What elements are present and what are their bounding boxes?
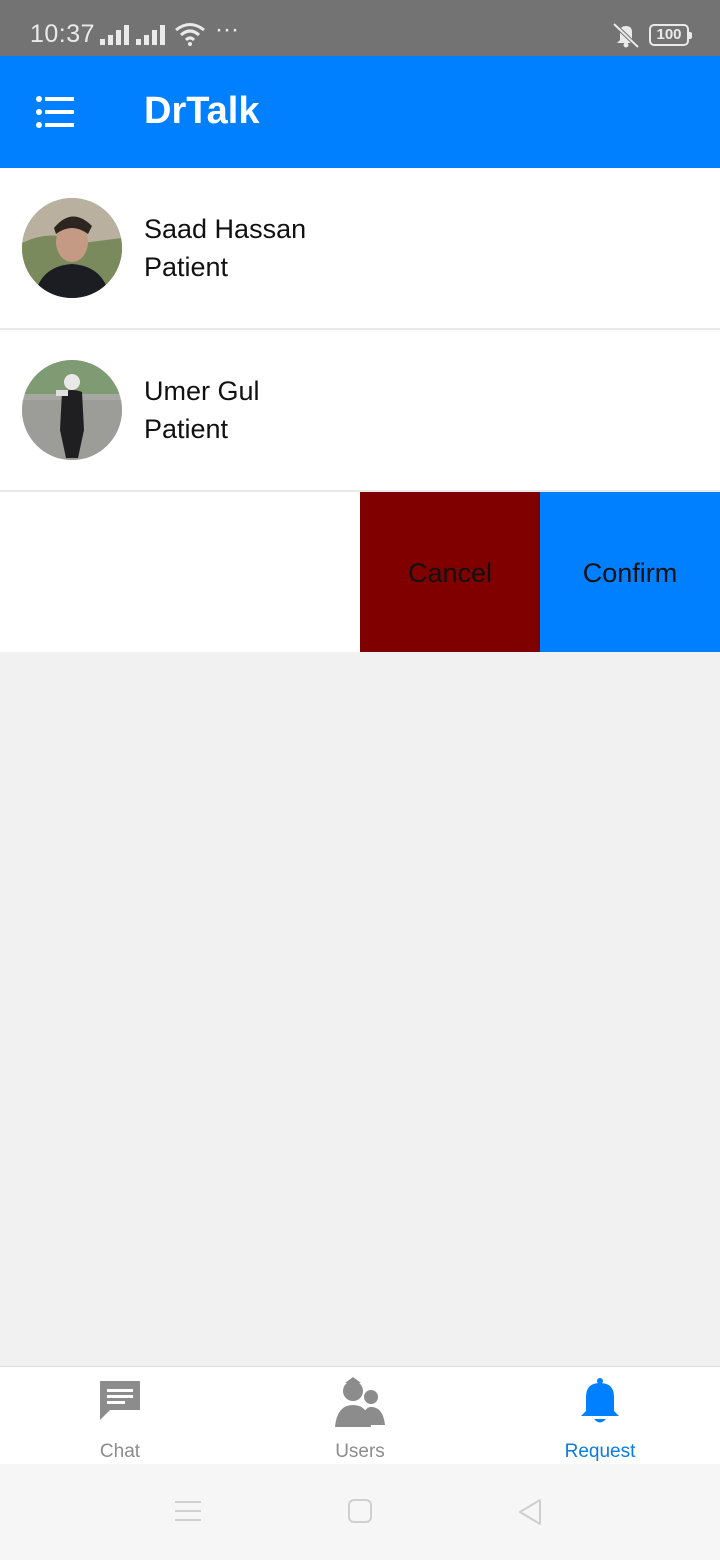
signal-icon <box>136 25 166 45</box>
request-role: Patient <box>144 414 229 444</box>
home-icon[interactable] <box>347 1498 373 1529</box>
status-time: 10:37 <box>30 20 96 48</box>
avatar <box>22 198 122 298</box>
tab-request[interactable]: Request <box>480 1367 720 1465</box>
avatar <box>22 360 122 460</box>
swipe-action-row: Cancel Confirm <box>0 492 720 652</box>
more-notifications-icon: ··· <box>215 16 239 43</box>
bell-icon <box>578 1377 622 1430</box>
menu-icon[interactable] <box>36 96 76 128</box>
request-list: Saad Hassan Patient Umer Gul Patient <box>0 168 720 492</box>
back-icon[interactable] <box>517 1498 543 1531</box>
signal-icon <box>100 25 130 45</box>
request-list-item[interactable]: Saad Hassan Patient <box>0 168 720 330</box>
request-list-item[interactable]: Umer Gul Patient <box>0 330 720 492</box>
request-name: Saad Hassan <box>144 214 307 244</box>
chat-icon <box>97 1377 143 1428</box>
app-title: DrTalk <box>144 90 260 132</box>
tab-chat[interactable]: Chat <box>0 1367 240 1465</box>
menu-icon[interactable] <box>175 1498 201 1529</box>
tab-users[interactable]: Users <box>240 1367 480 1465</box>
bottom-tab-bar: Chat Users Request <box>0 1366 720 1464</box>
cancel-button[interactable]: Cancel <box>360 492 540 652</box>
status-bar: 10:37 ··· 100 <box>0 0 720 56</box>
tab-label: Request <box>564 1441 636 1462</box>
tab-label: Chat <box>99 1441 141 1462</box>
app-bar: DrTalk <box>0 56 720 168</box>
mute-icon <box>611 22 641 53</box>
request-role: Patient <box>144 252 229 282</box>
users-icon <box>333 1377 387 1436</box>
battery-icon: 100 <box>649 24 692 46</box>
wifi-icon <box>174 22 206 51</box>
request-name: Umer Gul <box>144 376 260 406</box>
tab-label: Users <box>335 1441 385 1462</box>
system-nav-bar <box>0 1464 720 1560</box>
confirm-button[interactable]: Confirm <box>540 492 720 652</box>
